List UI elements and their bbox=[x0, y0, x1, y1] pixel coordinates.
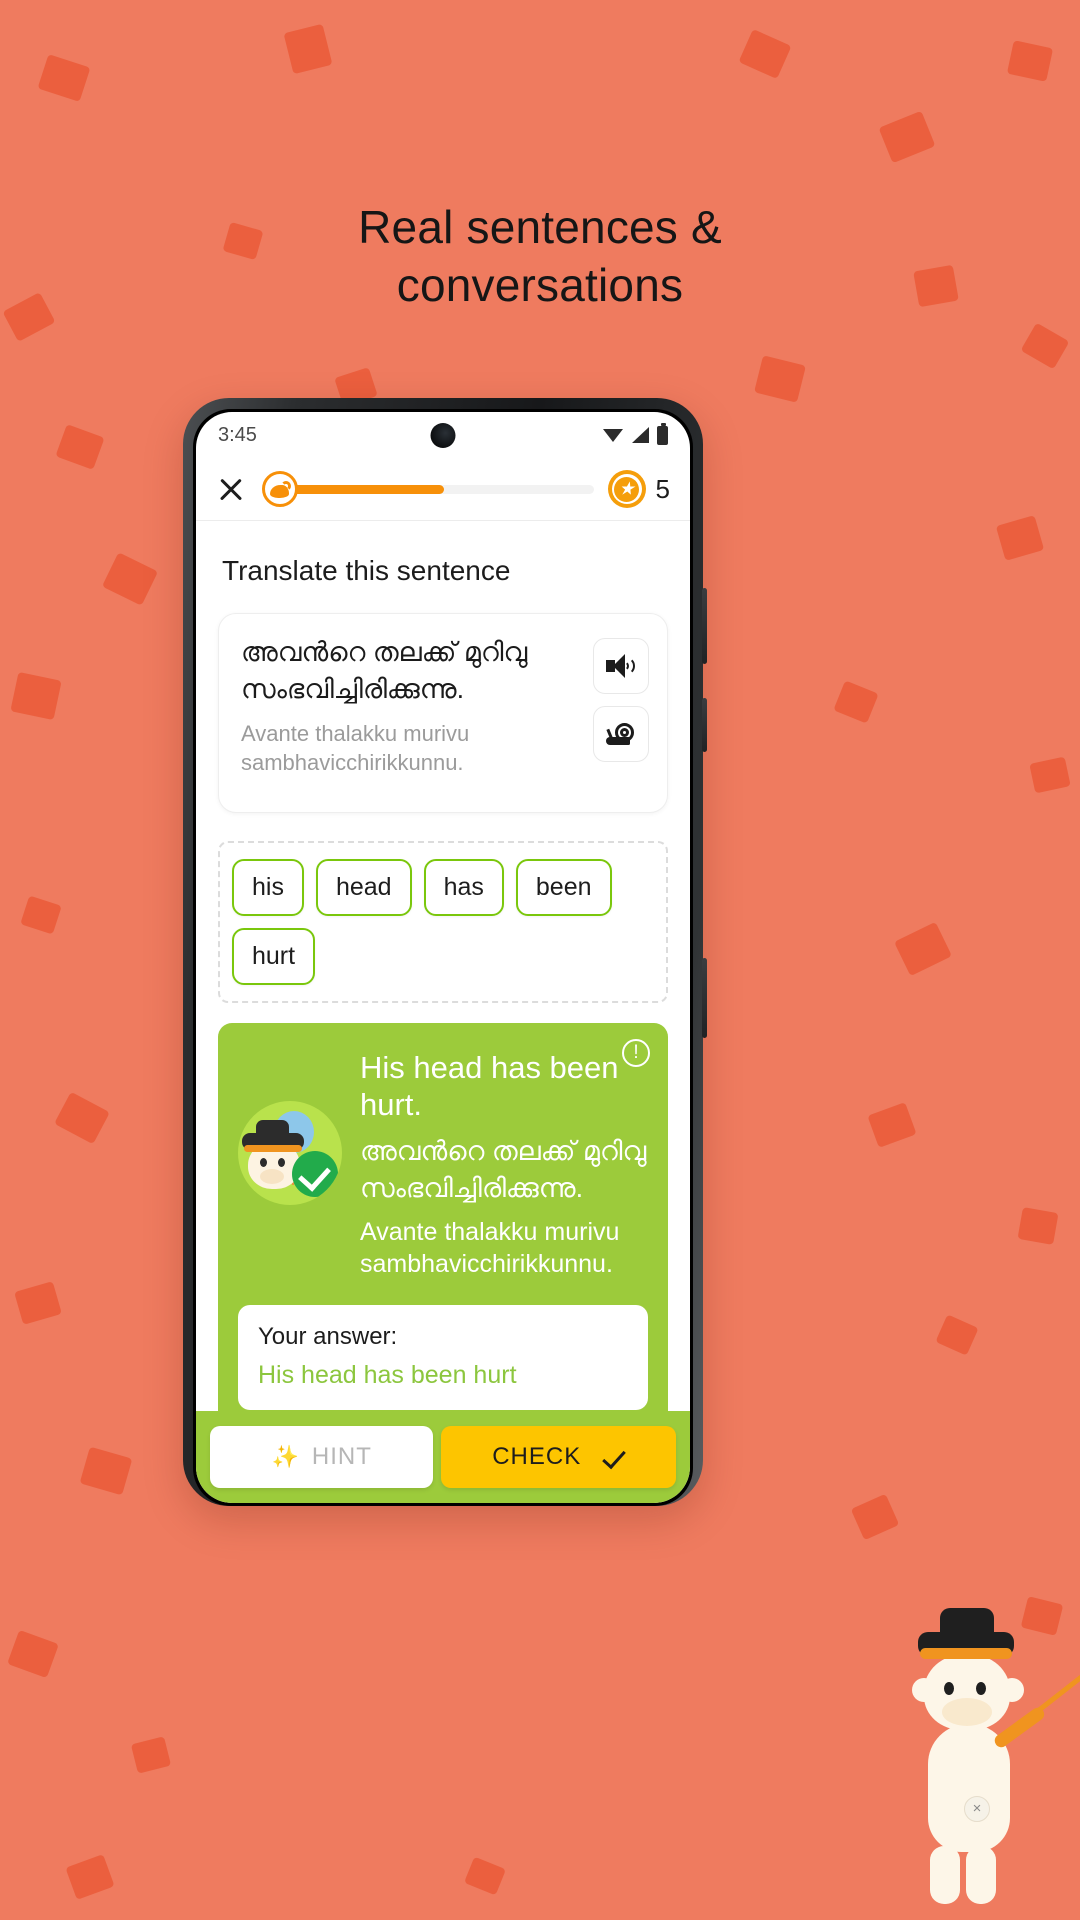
phone-button-extra bbox=[702, 958, 707, 1038]
phone-mockup: 3:45 ★ 5 Translate this sentence അവൻറെ ത… bbox=[183, 398, 707, 1506]
info-icon[interactable]: ! bbox=[622, 1039, 650, 1067]
snail-icon bbox=[606, 723, 636, 745]
hint-button-label: HINT bbox=[311, 1443, 372, 1470]
feedback-card: ! His head has been hurt. അവൻറെ തലക്ക് മ… bbox=[218, 1023, 668, 1432]
audio-buttons bbox=[593, 634, 649, 790]
feedback-texts: His head has been hurt. അവൻറെ തലക്ക് മുറ… bbox=[360, 1043, 648, 1281]
phone-button-power bbox=[702, 698, 707, 752]
status-time: 3:45 bbox=[218, 423, 257, 446]
headline-line-1: Real sentences & bbox=[358, 201, 722, 253]
question-native-text: അവൻറെ തലക്ക് മുറിവു സംഭവിച്ചിരിക്കുന്നു. bbox=[241, 637, 528, 704]
status-bar: 3:45 bbox=[196, 412, 690, 458]
signal-icon bbox=[632, 427, 649, 443]
check-button[interactable]: CHECK bbox=[441, 1426, 676, 1488]
word-tile[interactable]: his bbox=[232, 859, 304, 916]
coin-count-label: 5 bbox=[655, 473, 670, 504]
question-card: അവൻറെ തലക്ക് മുറിവു സംഭവിച്ചിരിക്കുന്നു.… bbox=[218, 613, 668, 813]
question-transliteration: Avante thalakku murivu sambhavicchirikku… bbox=[241, 721, 470, 776]
battery-icon bbox=[657, 422, 668, 445]
speaker-icon bbox=[606, 654, 636, 678]
checkmark-icon bbox=[602, 1444, 627, 1470]
your-answer-label: Your answer: bbox=[258, 1322, 398, 1350]
your-answer-box: Your answer: His head has been hurt bbox=[238, 1304, 648, 1410]
word-tile[interactable]: hurt bbox=[232, 928, 316, 985]
feedback-native: അവൻറെ തലക്ക് മുറിവു സംഭവിച്ചിരിക്കുന്നു. bbox=[360, 1136, 647, 1203]
play-audio-button[interactable] bbox=[593, 638, 649, 694]
exercise-prompt: Translate this sentence bbox=[222, 555, 511, 586]
camera-punch-hole bbox=[430, 423, 456, 448]
phone-screen: 3:45 ★ 5 Translate this sentence അവൻറെ ത… bbox=[196, 412, 690, 1503]
bottom-action-bar: ✨ HINT CHECK bbox=[196, 1411, 690, 1503]
page-title: Real sentences & conversations bbox=[0, 198, 1080, 315]
phone-button-volume bbox=[702, 588, 707, 664]
mascot-close-badge[interactable]: × bbox=[964, 1796, 990, 1822]
check-button-label: CHECK bbox=[492, 1443, 582, 1470]
close-icon[interactable] bbox=[214, 472, 248, 506]
word-tile[interactable]: been bbox=[515, 859, 612, 916]
word-tile[interactable]: head bbox=[315, 859, 412, 916]
magic-wand-icon: ✨ bbox=[271, 1444, 300, 1469]
phone-bezel: 3:45 ★ 5 Translate this sentence അവൻറെ ത… bbox=[193, 409, 693, 1506]
question-text-block: അവൻറെ തലക്ക് മുറിവു സംഭവിച്ചിരിക്കുന്നു.… bbox=[241, 634, 579, 790]
progress-bar[interactable] bbox=[262, 471, 594, 507]
play-slow-audio-button[interactable] bbox=[593, 706, 649, 762]
word-bank: his head has been hurt bbox=[218, 841, 668, 1003]
coin-counter[interactable]: ★ 5 bbox=[607, 470, 670, 508]
feedback-row: His head has been hurt. അവൻറെ തലക്ക് മുറ… bbox=[238, 1043, 648, 1281]
your-answer-value: His head has been hurt bbox=[258, 1360, 517, 1389]
check-circle-icon bbox=[292, 1151, 338, 1197]
monkey-avatar-icon bbox=[238, 1101, 342, 1205]
status-icons bbox=[603, 422, 668, 445]
star-coin-icon: ★ bbox=[607, 470, 646, 508]
lesson-toolbar: ★ 5 bbox=[196, 458, 690, 520]
hint-button[interactable]: ✨ HINT bbox=[210, 1426, 434, 1488]
feedback-transliteration: Avante thalakku murivu sambhavicchirikku… bbox=[360, 1217, 620, 1279]
feedback-english: His head has been hurt. bbox=[360, 1050, 619, 1123]
word-tile[interactable]: has bbox=[423, 859, 504, 916]
monkey-badge-icon bbox=[262, 471, 298, 507]
monkey-mascot-icon: × bbox=[880, 1608, 1080, 1920]
wifi-icon bbox=[603, 427, 624, 443]
headline-line-2: conversations bbox=[396, 259, 684, 312]
progress-fill bbox=[282, 484, 444, 494]
